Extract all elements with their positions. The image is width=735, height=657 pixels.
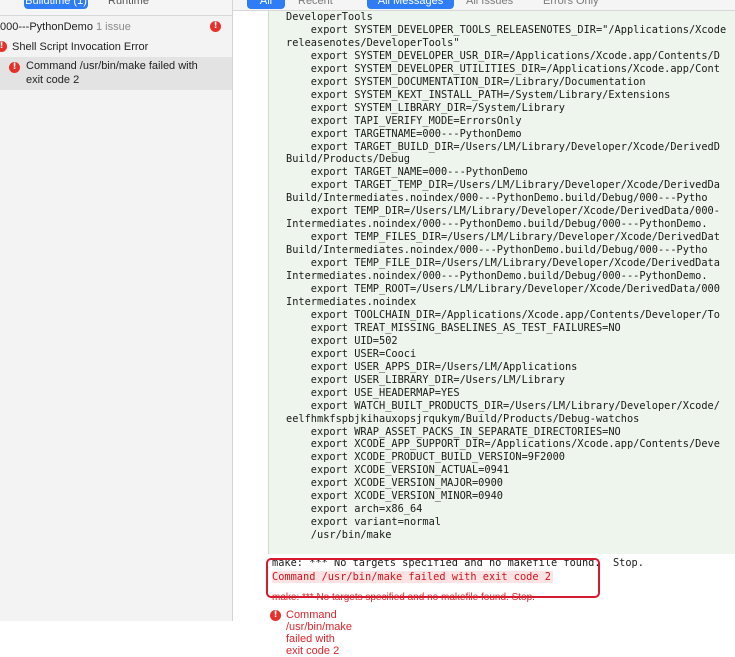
log-line: export TREAT_MISSING_BASELINES_AS_TEST_F…	[310, 321, 621, 334]
log-filter-bar: All Recent All Messages All Issues Error…	[233, 0, 735, 11]
log-line: export SYSTEM_DOCUMENTATION_DIR=/Library…	[310, 75, 646, 88]
log-line: export TEMP_FILES_DIR=/Users/LM/Library/…	[310, 231, 720, 244]
log-line: Intermediates.noindex/000---PythonDemo.b…	[286, 218, 708, 231]
log-line: export TEMP_DIR=/Users/LM/Library/Develo…	[310, 205, 720, 218]
error-icon: !	[270, 610, 281, 621]
log-line: export USER_LIBRARY_DIR=/Users/LM/Librar…	[310, 373, 565, 386]
log-line: Build/Intermediates.noindex/000---Python…	[286, 244, 708, 257]
all-issues-button[interactable]: All Issues	[466, 0, 513, 9]
log-line: export TEMP_ROOT=/Users/LM/Library/Devel…	[310, 283, 720, 296]
log-line: export XCODE_VERSION_ACTUAL=0941	[310, 464, 510, 477]
scope-recent-button[interactable]: Recent	[298, 0, 333, 9]
log-line: export XCODE_APP_SUPPORT_DIR=/Applicatio…	[310, 438, 720, 451]
scope-all-button[interactable]: All	[247, 0, 285, 9]
issue-label-line2: exit code 2	[26, 74, 80, 86]
navigator-tab-bar: Buildtime (1) Runtime	[0, 0, 232, 16]
issue-group-label: Shell Script Invocation Error	[12, 41, 149, 53]
issue-group-row[interactable]: ! Shell Script Invocation Error	[0, 39, 232, 55]
log-line: export WATCH_BUILT_PRODUCTS_DIR=/Users/L…	[310, 399, 720, 412]
log-line: Build/Products/Debug	[286, 153, 410, 166]
log-line: export XCODE_VERSION_MINOR=0940	[310, 490, 503, 503]
log-line: export TOOLCHAIN_DIR=/Applications/Xcode…	[310, 308, 720, 321]
log-line: Intermediates.noindex	[286, 295, 417, 308]
log-line: export SYSTEM_DEVELOPER_USR_DIR=/Applica…	[310, 49, 720, 62]
error-icon: !	[0, 41, 7, 52]
issue-navigator: Buildtime (1) Runtime 000---PythonDemo 1…	[0, 0, 233, 621]
project-name: 000---PythonDemo	[0, 21, 93, 33]
log-line: export TARGET_NAME=000---PythonDemo	[310, 166, 528, 179]
log-line: export USE_HEADERMAP=YES	[310, 386, 460, 399]
log-line: export TEMP_FILE_DIR=/Users/LM/Library/D…	[310, 257, 720, 270]
error-icon: !	[9, 62, 20, 73]
tab-buildtime[interactable]: Buildtime (1)	[24, 0, 88, 9]
issue-count: 1 issue	[96, 21, 131, 33]
summary-command-failed: Command /usr/bin/make failed with exit c…	[286, 609, 353, 657]
log-line: export arch=x86_64	[310, 503, 423, 516]
log-line: export SYSTEM_DEVELOPER_TOOLS_RELEASENOT…	[310, 23, 727, 36]
log-line: export TAPI_VERIFY_MODE=ErrorsOnly	[310, 114, 522, 127]
log-line: Intermediates.noindex/000---PythonDemo.b…	[286, 270, 708, 283]
log-line: releasenotes/DeveloperTools"	[286, 36, 460, 49]
log-line: /usr/bin/make	[310, 529, 392, 542]
log-line: export TARGET_TEMP_DIR=/Users/LM/Library…	[310, 179, 720, 192]
tab-runtime[interactable]: Runtime	[108, 0, 149, 9]
log-line: export SYSTEM_KEXT_INSTALL_PATH=/System/…	[310, 88, 671, 101]
log-line: export variant=normal	[310, 516, 441, 529]
summary-make-message: make: *** No targets specified and no ma…	[272, 592, 535, 603]
log-line: export TARGETNAME=000---PythonDemo	[310, 127, 522, 140]
build-log-transcript[interactable]: DeveloperTools export SYSTEM_DEVELOPER_T…	[268, 11, 735, 554]
log-line: export USER_APPS_DIR=/Users/LM/Applicati…	[310, 360, 578, 373]
all-messages-button[interactable]: All Messages	[367, 0, 454, 9]
log-line: export XCODE_VERSION_MAJOR=0900	[310, 477, 503, 490]
log-line: Build/Intermediates.noindex/000---Python…	[286, 192, 708, 205]
log-line: DeveloperTools	[286, 11, 373, 23]
log-line: export XCODE_PRODUCT_BUILD_VERSION=9F200…	[310, 451, 565, 464]
error-icon: !	[210, 21, 221, 32]
log-line: export SYSTEM_DEVELOPER_UTILITIES_DIR=/A…	[310, 62, 720, 75]
log-line: export SYSTEM_LIBRARY_DIR=/System/Librar…	[310, 101, 565, 114]
log-line: export USER=Cooci	[310, 347, 417, 360]
project-row[interactable]: 000---PythonDemo 1 issue !	[0, 19, 232, 35]
errors-only-button[interactable]: Errors Only	[543, 0, 599, 9]
log-line: export TARGET_BUILD_DIR=/Users/LM/Librar…	[310, 140, 720, 153]
issue-row-selected[interactable]: ! Command /usr/bin/make failed with exit…	[0, 57, 232, 90]
log-line: eelfhmkfspbjkihauxopsjrqukym/Build/Produ…	[286, 412, 640, 425]
issue-label-line1: Command /usr/bin/make failed with	[26, 60, 198, 72]
log-line: export WRAP_ASSET_PACKS_IN_SEPARATE_DIRE…	[310, 425, 621, 438]
log-line: export UID=502	[310, 334, 398, 347]
log-text: DeveloperTools export SYSTEM_DEVELOPER_T…	[269, 11, 735, 542]
